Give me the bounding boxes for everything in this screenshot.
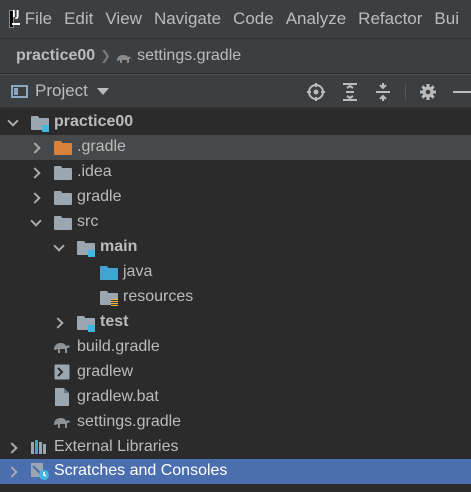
expand-all-icon[interactable] xyxy=(340,82,360,102)
project-view-icon xyxy=(11,84,28,98)
chevron-down-icon[interactable] xyxy=(8,118,18,128)
gradle-elephant-icon xyxy=(116,50,132,63)
menu-navigate[interactable]: Navigate xyxy=(154,9,221,29)
tree-label: gradlew xyxy=(77,363,134,380)
tree-node-resources[interactable]: resources xyxy=(0,285,471,310)
tree-node-build-gradle[interactable]: build.gradle xyxy=(0,335,471,360)
tree-label: practice00 xyxy=(54,113,134,130)
gradle-elephant-icon xyxy=(53,415,71,431)
text-file-icon xyxy=(55,388,69,406)
tree-label: External Libraries xyxy=(54,438,179,455)
tree-label: resources xyxy=(123,288,194,305)
tree-label: java xyxy=(123,263,153,280)
chevron-down-icon[interactable] xyxy=(96,87,109,95)
tree-node-test[interactable]: test xyxy=(0,310,471,335)
menu-edit[interactable]: Edit xyxy=(64,9,93,29)
menu-bar: File Edit View Navigate Code Analyze Ref… xyxy=(0,0,471,38)
module-badge-icon xyxy=(88,250,95,257)
tree-node-src[interactable]: src xyxy=(0,210,471,235)
menu-analyze[interactable]: Analyze xyxy=(286,9,346,29)
resources-badge-icon xyxy=(111,299,118,306)
folder-icon xyxy=(54,191,72,205)
breadcrumb-separator-icon: ❯ xyxy=(100,48,112,64)
locate-icon[interactable] xyxy=(306,82,326,102)
menu-refactor[interactable]: Refactor xyxy=(358,9,422,29)
tree-node-gradle-cache[interactable]: .gradle xyxy=(0,135,471,160)
tree-label: settings.gradle xyxy=(77,413,182,430)
tree-node-idea[interactable]: .idea xyxy=(0,160,471,185)
tree-label: test xyxy=(100,313,129,330)
menu-build[interactable]: Bui xyxy=(434,9,459,29)
chevron-right-icon[interactable] xyxy=(53,318,63,328)
chevron-right-icon[interactable] xyxy=(30,193,40,203)
chevron-right-icon[interactable] xyxy=(30,143,40,153)
tree-label: build.gradle xyxy=(77,338,160,355)
tree-label: .gradle xyxy=(77,138,126,155)
tree-node-gradlew[interactable]: gradlew xyxy=(0,360,471,385)
tree-label: gradle xyxy=(77,188,122,205)
terminal-file-icon xyxy=(54,364,70,380)
minimize-icon[interactable] xyxy=(451,82,471,102)
breadcrumb-file[interactable]: settings.gradle xyxy=(137,47,241,65)
tree-label: main xyxy=(100,238,138,255)
tree-node-gradlew-bat[interactable]: gradlew.bat xyxy=(0,385,471,410)
menu-file[interactable]: File xyxy=(25,9,52,29)
module-badge-icon xyxy=(42,125,49,132)
chevron-down-icon[interactable] xyxy=(31,218,41,228)
tree-node-gradle[interactable]: gradle xyxy=(0,185,471,210)
chevron-right-icon[interactable] xyxy=(7,443,17,453)
tree-node-main[interactable]: main xyxy=(0,235,471,260)
tree-node-settings-gradle[interactable]: settings.gradle xyxy=(0,410,471,435)
excluded-folder-icon xyxy=(54,141,72,155)
breadcrumb-project[interactable]: practice00 xyxy=(16,47,95,65)
source-root-folder-icon xyxy=(100,266,118,280)
module-badge-icon xyxy=(88,325,95,332)
breadcrumb: practice00 ❯ settings.gradle xyxy=(0,38,471,74)
collapse-all-icon[interactable] xyxy=(373,82,393,102)
intellij-logo-icon[interactable] xyxy=(9,9,20,28)
chevron-down-icon[interactable] xyxy=(54,243,64,253)
tree-node-project-root[interactable]: practice00 xyxy=(0,110,471,135)
gear-icon[interactable] xyxy=(418,82,438,102)
folder-icon xyxy=(54,166,72,180)
folder-icon xyxy=(54,216,72,230)
tree-node-external-libraries[interactable]: External Libraries xyxy=(0,435,471,460)
toolbar-divider xyxy=(405,83,406,101)
tree-label: gradlew.bat xyxy=(77,388,159,405)
chevron-right-icon[interactable] xyxy=(30,168,40,178)
library-icon xyxy=(30,439,48,455)
menu-view[interactable]: View xyxy=(105,9,142,29)
tree-node-scratches[interactable]: Scratches and Consoles xyxy=(0,459,471,484)
chevron-right-icon[interactable] xyxy=(7,467,17,477)
tree-label: Scratches and Consoles xyxy=(54,462,228,479)
project-view-title[interactable]: Project xyxy=(35,81,88,101)
menu-code[interactable]: Code xyxy=(233,9,274,29)
gradle-elephant-icon xyxy=(53,340,71,356)
tree-label: .idea xyxy=(77,163,112,180)
tree-node-java[interactable]: java xyxy=(0,260,471,285)
project-tool-window-header: Project xyxy=(0,74,471,108)
project-tree: practice00 .gradle .idea gradle src main… xyxy=(0,108,471,492)
scratches-icon xyxy=(30,462,49,480)
tree-label: src xyxy=(77,213,99,230)
